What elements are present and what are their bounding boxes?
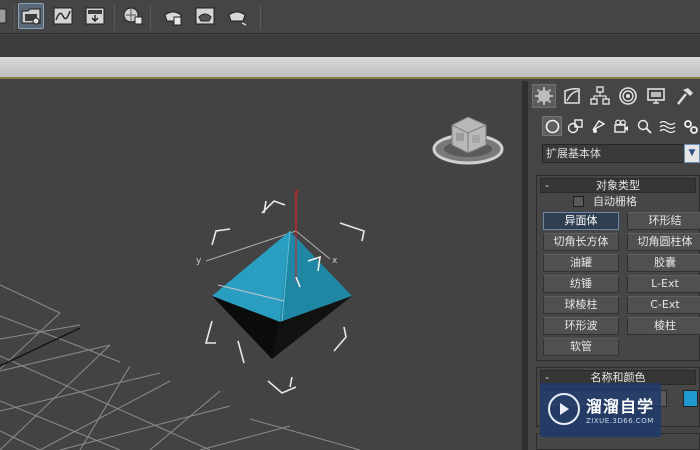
hedra-button[interactable]: 异面体 — [543, 212, 619, 230]
geometry-category-dropdown[interactable]: 扩展基本体 ▼ — [542, 144, 700, 163]
curve-editor-icon[interactable] — [50, 3, 76, 29]
chamfer-cyl-button[interactable]: 切角圆柱体 — [627, 233, 700, 251]
cameras-icon[interactable] — [611, 116, 631, 136]
object-type-buttons: 异面体 环形结 切角长方体 切角圆柱体 油罐 胶囊 纺锤 L-Ext 球棱柱 C… — [537, 210, 700, 360]
autogrid-checkbox[interactable] — [573, 196, 584, 207]
3dsmax-window: z y x 扩展基本体 ▼ - 对象类型 自动栅格 异面体 环形结 切角长方体 … — [0, 0, 700, 450]
c-ext-button[interactable]: C-Ext — [627, 296, 700, 314]
l-ext-button[interactable]: L-Ext — [627, 275, 700, 293]
object-type-rollout-header[interactable]: - 对象类型 — [540, 178, 696, 193]
schematic-view-icon[interactable] — [82, 3, 108, 29]
toolbar-icon-partial[interactable] — [0, 3, 12, 29]
systems-icon[interactable] — [680, 116, 700, 136]
helpers-icon[interactable] — [634, 116, 654, 136]
watermark-title: 溜溜自学 — [586, 397, 655, 416]
axis-label-z: z — [294, 188, 299, 198]
axis-label-y: y — [196, 256, 202, 266]
render-production-icon[interactable] — [160, 3, 186, 29]
torus-knot-button[interactable]: 环形结 — [627, 212, 700, 230]
watermark-subtitle: ZIXUE.3D66.COM — [586, 417, 654, 425]
oil-tank-button[interactable]: 油罐 — [543, 254, 619, 272]
chevron-down-icon[interactable]: ▼ — [684, 144, 700, 163]
toolbar-gap — [0, 35, 700, 57]
chamfer-box-button[interactable]: 切角长方体 — [543, 233, 619, 251]
main-toolbar — [0, 0, 700, 34]
grid-dark-axis — [0, 327, 81, 367]
empty-slot — [627, 338, 700, 356]
material-editor-icon[interactable] — [120, 3, 146, 29]
object-type-rollout: - 对象类型 自动栅格 异面体 环形结 切角长方体 切角圆柱体 油罐 胶囊 纺锤… — [536, 175, 700, 361]
watermark: 溜溜自学 ZIXUE.3D66.COM — [540, 383, 661, 437]
hierarchy-tab-icon[interactable] — [588, 84, 612, 108]
rendered-frame-window-icon[interactable] — [192, 3, 218, 29]
command-panel-tabs — [528, 81, 700, 111]
capsule-button[interactable]: 胶囊 — [627, 254, 700, 272]
motion-tab-icon[interactable] — [616, 84, 640, 108]
object-color-swatch[interactable] — [683, 390, 698, 407]
ribbon-bar — [0, 57, 700, 79]
perspective-viewport[interactable]: z y x — [0, 81, 522, 450]
watermark-play-icon — [548, 393, 580, 425]
modify-tab-icon[interactable] — [560, 84, 584, 108]
gengon-button[interactable]: 球棱柱 — [543, 296, 619, 314]
prism-button[interactable]: 棱柱 — [627, 317, 700, 335]
shapes-icon[interactable] — [565, 116, 585, 136]
hedra-object — [212, 230, 352, 359]
ringwave-button[interactable]: 环形波 — [543, 317, 619, 335]
space-warps-icon[interactable] — [657, 116, 677, 136]
display-tab-icon[interactable] — [644, 84, 668, 108]
render-setup-icon[interactable] — [18, 3, 44, 29]
autogrid-label: 自动栅格 — [593, 195, 637, 208]
geometry-category-value: 扩展基本体 — [546, 147, 601, 160]
autogrid-row: 自动栅格 — [537, 193, 699, 210]
viewcube-icon — [432, 116, 504, 165]
axis-label-x: x — [332, 256, 338, 266]
spindle-button[interactable]: 纺锤 — [543, 275, 619, 293]
create-tab-icon[interactable] — [532, 84, 556, 108]
utilities-tab-icon[interactable] — [672, 84, 696, 108]
hose-button[interactable]: 软管 — [543, 338, 619, 356]
geometry-icon[interactable] — [542, 116, 562, 136]
render-activeshade-icon[interactable] — [224, 3, 250, 29]
create-category-icons — [528, 114, 700, 138]
collapse-icon: - — [545, 179, 549, 192]
object-type-title: 对象类型 — [596, 179, 640, 192]
lights-icon[interactable] — [588, 116, 608, 136]
